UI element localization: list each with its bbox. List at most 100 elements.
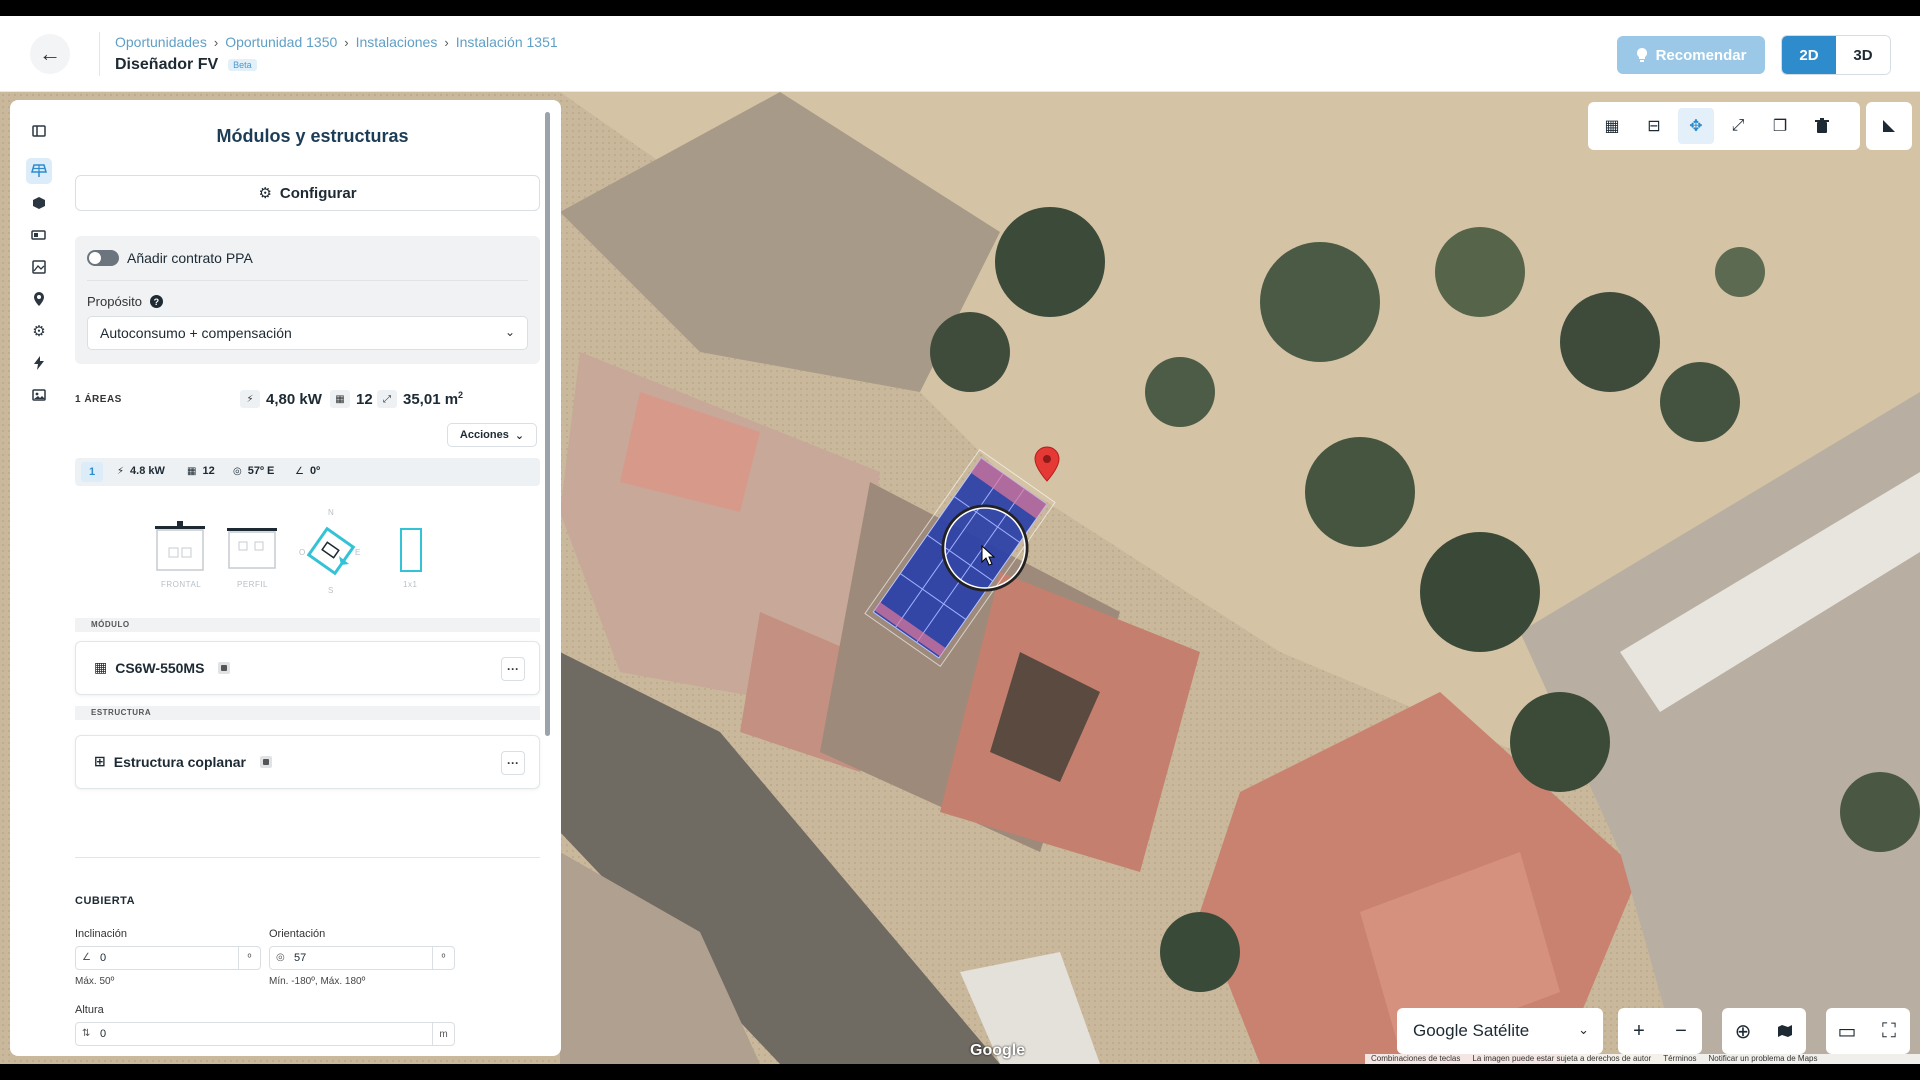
purpose-select[interactable]: Autoconsumo + compensación ⌄ [87,316,528,350]
gear-icon: ⚙ [258,185,272,202]
module-name: CS6W-550MS [115,659,205,676]
arrow-left-icon: ← [39,41,61,66]
compass-diagram [306,526,356,576]
roof-section: CUBIERTA [75,895,136,907]
panel-scrollbar[interactable] [545,112,550,736]
keyboard-shortcuts-link[interactable]: Combinaciones de teclas [1371,1054,1460,1064]
actions-button[interactable]: Acciones ⌄ [447,423,537,447]
orientation-label: Orientación [269,928,326,940]
area-power: ⚡ 4.8 kW [117,465,165,477]
chevron-right-icon: › [213,34,219,50]
location-pin-icon[interactable] [26,286,52,312]
height-label: Altura [75,1004,104,1016]
south-label: S [328,586,334,595]
chevron-right-icon: › [444,34,449,50]
grid-icon: ▦ [94,659,108,675]
compass-icon: ◎ [233,465,242,477]
perfil-diagram [227,528,277,569]
fullscreen-controls: ▭ ⛶ [1826,1008,1910,1054]
sidebar-toggle-icon[interactable] [26,118,52,144]
measure-icon[interactable] [1866,102,1912,150]
orientation-input[interactable]: ◎ 57 º [269,946,455,970]
map-layer-select[interactable]: Google Satélite ⌄ [1397,1008,1603,1054]
trash-icon[interactable] [1804,108,1840,144]
east-label: E [355,548,361,557]
google-logo: Google [970,1042,1026,1059]
modules-panel: ⚙ Módulos y estructuras ⚙ Configurar Aña… [10,100,561,1056]
height-input[interactable]: ⇅ 0 m [75,1022,455,1046]
chevron-down-icon: ⌄ [1578,1022,1589,1037]
structure-name: Estructura coplanar [113,753,246,770]
back-button[interactable]: ← [30,34,70,74]
area-tilt: ∠ 0º [295,465,321,477]
photo-icon[interactable] [26,382,52,408]
structure-more-button[interactable]: ··· [501,751,525,775]
grid-select-icon[interactable]: ▦ [1594,108,1630,144]
layout-diagram [400,528,422,572]
map-attribution: Combinaciones de teclas La imagen puede … [1365,1054,1920,1064]
ppa-toggle[interactable] [87,250,119,266]
battery-icon[interactable] [26,222,52,248]
terms-link[interactable]: Términos [1663,1054,1696,1064]
module-card[interactable]: ▦ CS6W-550MS ··· [75,641,540,695]
total-modules: ▦ 12 [330,390,373,408]
view-2d-button[interactable]: 2D [1782,36,1836,74]
ppa-label: Añadir contrato PPA [127,250,253,266]
move-icon[interactable]: ✥ [1678,108,1714,144]
image-icon[interactable] [26,254,52,280]
info-badge-icon [218,661,231,674]
help-icon[interactable]: ? [149,295,163,308]
view-toggle: 2D 3D [1781,35,1891,75]
area-modules: ▦ 12 [187,465,215,477]
module-more-button[interactable]: ··· [501,657,525,681]
page-title: Diseñador FV Beta [115,56,257,74]
area-row[interactable]: 1 ⚡ 4.8 kW ▦ 12 ◎ 57º E ∠ 0º [75,458,540,486]
crosshair-icon[interactable]: ⊕ [1722,1008,1764,1054]
height-icon: ⇅ [82,1028,91,1039]
panel-content: Módulos y estructuras ⚙ Configurar Añadi… [75,100,550,1056]
area-index: 1 [81,462,103,482]
solar-panel-icon[interactable] [26,158,52,184]
breadcrumb-item-oportunidad[interactable]: Oportunidad 1350 [225,34,337,50]
zoom-in-button[interactable]: + [1618,1008,1660,1054]
breadcrumb: Oportunidades › Oportunidad 1350 › Insta… [115,34,558,50]
compass-icon: ◎ [276,952,285,963]
split-view-icon[interactable]: ▭ [1826,1008,1868,1054]
perfil-label: PERFIL [237,580,269,589]
beta-badge: Beta [228,59,257,71]
duplicate-icon[interactable]: ❐ [1762,108,1798,144]
configure-button[interactable]: ⚙ Configurar [75,175,540,211]
recommend-button[interactable]: Recomendar [1617,36,1765,74]
resize-icon[interactable]: ⤢ [1720,108,1756,144]
sidebar-rail: ⚙ [10,100,68,1056]
gear-icon[interactable]: ⚙ [26,318,52,344]
report-problem-link[interactable]: Notificar un problema de Maps [1709,1054,1818,1064]
areas-summary: 1 ÁREAS ⚡ 4,80 kW ▦ 12 ⤢ 35,01 m2 [75,388,540,412]
zoom-out-button[interactable]: − [1660,1008,1702,1054]
breadcrumb-item-instalaciones[interactable]: Instalaciones [356,34,438,50]
street-view-icon[interactable] [1764,1008,1806,1054]
breadcrumb-item-instalacion[interactable]: Instalación 1351 [456,34,558,50]
angle-icon: ∠ [82,952,91,963]
layout-label: 1x1 [403,580,418,589]
north-label: N [328,508,335,517]
view-3d-button[interactable]: 3D [1836,36,1890,74]
grid-edit-icon[interactable]: ⊟ [1636,108,1672,144]
fullscreen-icon[interactable]: ⛶ [1868,1008,1910,1054]
orientation-diagrams: FRONTAL PERFIL N S E O 1x1 [155,508,455,598]
tilt-input[interactable]: ∠ 0 º [75,946,261,970]
chevron-down-icon: ⌄ [514,429,525,442]
cube-icon[interactable] [26,190,52,216]
grid-icon: ▦ [330,390,350,408]
breadcrumb-item-oportunidades[interactable]: Oportunidades [115,34,207,50]
areas-label: 1 ÁREAS [75,394,122,405]
angle-icon: ∠ [295,465,304,477]
solar-panel-icon: ⊞ [94,753,106,769]
orientation-hint: Mín. -180º, Máx. 180º [269,976,366,987]
map-toolbar: ▦ ⊟ ✥ ⤢ ❐ [1588,102,1860,150]
frontal-diagram [155,521,205,571]
structure-card[interactable]: ⊞ Estructura coplanar ··· [75,735,540,789]
lightning-icon[interactable] [26,350,52,376]
total-area: ⤢ 35,01 m2 [377,390,463,408]
frontal-label: FRONTAL [161,580,202,589]
